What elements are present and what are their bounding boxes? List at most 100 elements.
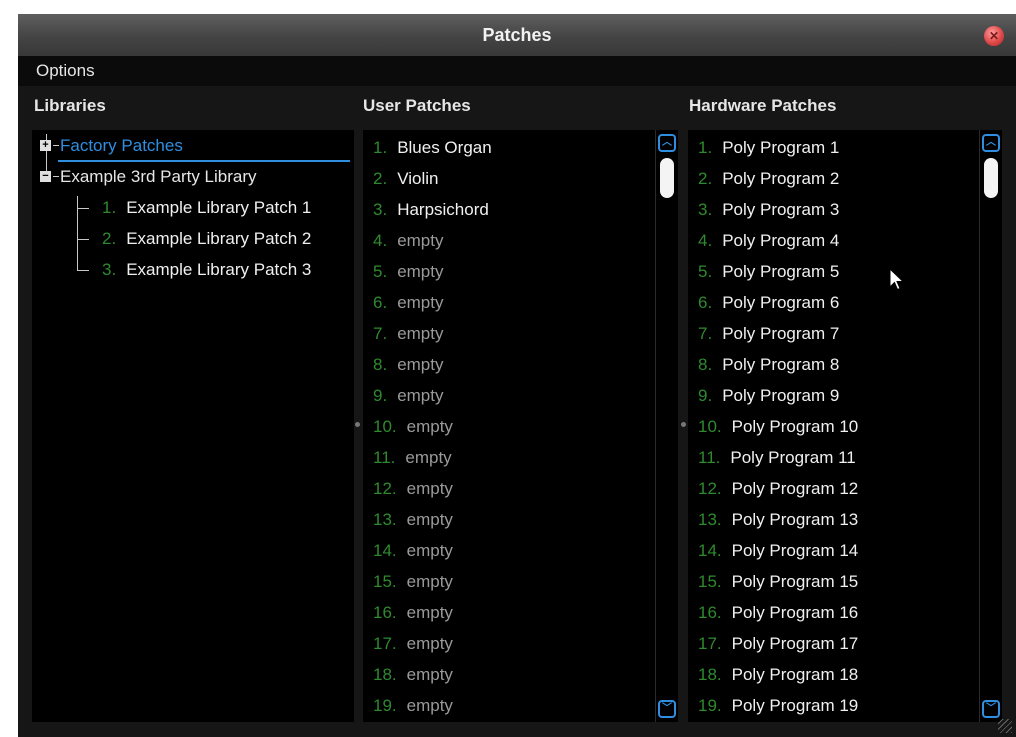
patches-window: Patches ✕ Options Libraries User Patches… (18, 14, 1016, 737)
patch-number: 19. (698, 696, 722, 715)
hardware-patch-row[interactable]: 7. Poly Program 7 (698, 318, 839, 349)
patch-number: 4. (698, 231, 713, 250)
title-bar[interactable]: Patches ✕ (18, 14, 1016, 56)
patch-number: 7. (698, 324, 713, 343)
scroll-thumb[interactable] (660, 158, 674, 198)
hardware-patch-row[interactable]: 17. Poly Program 17 (698, 628, 858, 659)
user-patch-row[interactable]: 6. empty (373, 287, 443, 318)
user-patch-row[interactable]: 1. Blues Organ (373, 132, 492, 163)
hardware-patch-row[interactable]: 15. Poly Program 15 (698, 566, 858, 597)
user-patch-row[interactable]: 15. empty (373, 566, 453, 597)
splitter-handle[interactable] (355, 422, 360, 427)
user-patch-row[interactable]: 11. empty (373, 442, 452, 473)
hardware-patch-row[interactable]: 19. Poly Program 19 (698, 690, 858, 721)
hardware-patch-row[interactable]: 10. Poly Program 10 (698, 411, 858, 442)
hardware-patch-row[interactable]: 4. Poly Program 4 (698, 225, 839, 256)
patch-name: empty (406, 634, 453, 653)
collapse-icon[interactable]: − (40, 171, 51, 182)
patch-number: 14. (698, 541, 722, 560)
expand-icon[interactable]: + (40, 140, 51, 151)
resize-grip-icon[interactable] (998, 719, 1012, 733)
hardware-patch-row[interactable]: 14. Poly Program 14 (698, 535, 858, 566)
library-patch-item[interactable]: 3. Example Library Patch 3 (102, 254, 311, 285)
patch-name: Poly Program 10 (731, 417, 859, 436)
hardware-patch-row[interactable]: 9. Poly Program 9 (698, 380, 839, 411)
user-patch-row[interactable]: 2. Violin (373, 163, 438, 194)
hardware-scrollbar[interactable]: ︿ ﹀ (979, 130, 1002, 722)
patch-number: 9. (373, 386, 388, 405)
hardware-patch-row[interactable]: 13. Poly Program 13 (698, 504, 858, 535)
patch-number: 9. (698, 386, 713, 405)
patch-number: 18. (698, 665, 722, 684)
patch-name: empty (406, 665, 453, 684)
libraries-tree[interactable]: + Factory Patches − Example 3rd Party Li… (32, 130, 354, 722)
menu-options[interactable]: Options (36, 56, 95, 86)
patch-name: Poly Program 7 (722, 324, 840, 343)
hardware-patch-row[interactable]: 5. Poly Program 5 (698, 256, 839, 287)
hardware-patch-row[interactable]: 18. Poly Program 18 (698, 659, 858, 690)
hardware-patch-row[interactable]: 3. Poly Program 3 (698, 194, 839, 225)
user-patch-row[interactable]: 14. empty (373, 535, 453, 566)
patch-name: Poly Program 6 (722, 293, 840, 312)
patch-number: 1. (698, 138, 713, 157)
patch-number: 10. (373, 417, 397, 436)
patch-number: 4. (373, 231, 388, 250)
library-patch-item[interactable]: 1. Example Library Patch 1 (102, 192, 311, 223)
patch-name: empty (397, 324, 444, 343)
hardware-patch-row[interactable]: 16. Poly Program 16 (698, 597, 858, 628)
user-patch-row[interactable]: 13. empty (373, 504, 453, 535)
patch-number: 14. (373, 541, 397, 560)
patch-name: Poly Program 2 (722, 169, 840, 188)
library-patch-item[interactable]: 2. Example Library Patch 2 (102, 223, 311, 254)
user-scrollbar[interactable]: ︿ ﹀ (655, 130, 678, 722)
splitter-handle[interactable] (681, 422, 686, 427)
patch-name: Poly Program 17 (731, 634, 859, 653)
user-patch-row[interactable]: 17. empty (373, 628, 453, 659)
patch-number: 12. (698, 479, 722, 498)
patch-name: empty (406, 572, 453, 591)
hardware-patch-row[interactable]: 6. Poly Program 6 (698, 287, 839, 318)
user-patches-list[interactable]: 1. Blues Organ 2. Violin 3. Harpsichord 4. empt… (363, 130, 678, 722)
chevron-down-icon[interactable]: ﹀ (982, 700, 1000, 718)
user-patch-row[interactable]: 16. empty (373, 597, 453, 628)
user-patch-row[interactable]: 19. empty (373, 690, 453, 721)
patch-number: 10. (698, 417, 722, 436)
hardware-patch-row[interactable]: 2. Poly Program 2 (698, 163, 839, 194)
hardware-patch-row[interactable]: 8. Poly Program 8 (698, 349, 839, 380)
patch-number: 11. (373, 448, 396, 467)
user-patch-row[interactable]: 4. empty (373, 225, 443, 256)
user-patch-row[interactable]: 18. empty (373, 659, 453, 690)
patch-name: empty (405, 448, 452, 467)
user-patch-row[interactable]: 10. empty (373, 411, 453, 442)
user-patch-row[interactable]: 8. empty (373, 349, 443, 380)
patch-name: Poly Program 3 (722, 200, 840, 219)
window-title: Patches (482, 25, 552, 45)
user-patch-row[interactable]: 9. empty (373, 380, 443, 411)
scroll-thumb[interactable] (984, 158, 998, 198)
patch-name: empty (406, 479, 453, 498)
chevron-up-icon[interactable]: ︿ (982, 134, 1000, 152)
user-patch-row[interactable]: 5. empty (373, 256, 443, 287)
patch-number: 5. (698, 262, 713, 281)
patch-number: 13. (373, 510, 397, 529)
mouse-pointer-icon (889, 268, 905, 291)
user-patch-row[interactable]: 7. empty (373, 318, 443, 349)
patch-number: 6. (698, 293, 713, 312)
patch-name: Poly Program 5 (722, 262, 840, 281)
user-patch-row[interactable]: 3. Harpsichord (373, 194, 489, 225)
patch-name: Harpsichord (397, 200, 489, 219)
user-patch-row[interactable]: 12. empty (373, 473, 453, 504)
menu-bar: Options (18, 56, 1016, 86)
patch-name: Poly Program 15 (731, 572, 859, 591)
patch-number: 15. (698, 572, 722, 591)
patch-name: Poly Program 4 (722, 231, 840, 250)
chevron-up-icon[interactable]: ︿ (658, 134, 676, 152)
close-button[interactable]: ✕ (984, 26, 1004, 46)
hardware-patches-list[interactable]: 1. Poly Program 1 2. Poly Program 2 3. Poly P… (688, 130, 1002, 722)
hardware-patch-row[interactable]: 1. Poly Program 1 (698, 132, 839, 163)
chevron-down-icon[interactable]: ﹀ (658, 700, 676, 718)
patch-number: 12. (373, 479, 397, 498)
hardware-patch-row[interactable]: 11. Poly Program 11 (698, 442, 856, 473)
hardware-patch-row[interactable]: 12. Poly Program 12 (698, 473, 858, 504)
patch-name: empty (397, 262, 444, 281)
